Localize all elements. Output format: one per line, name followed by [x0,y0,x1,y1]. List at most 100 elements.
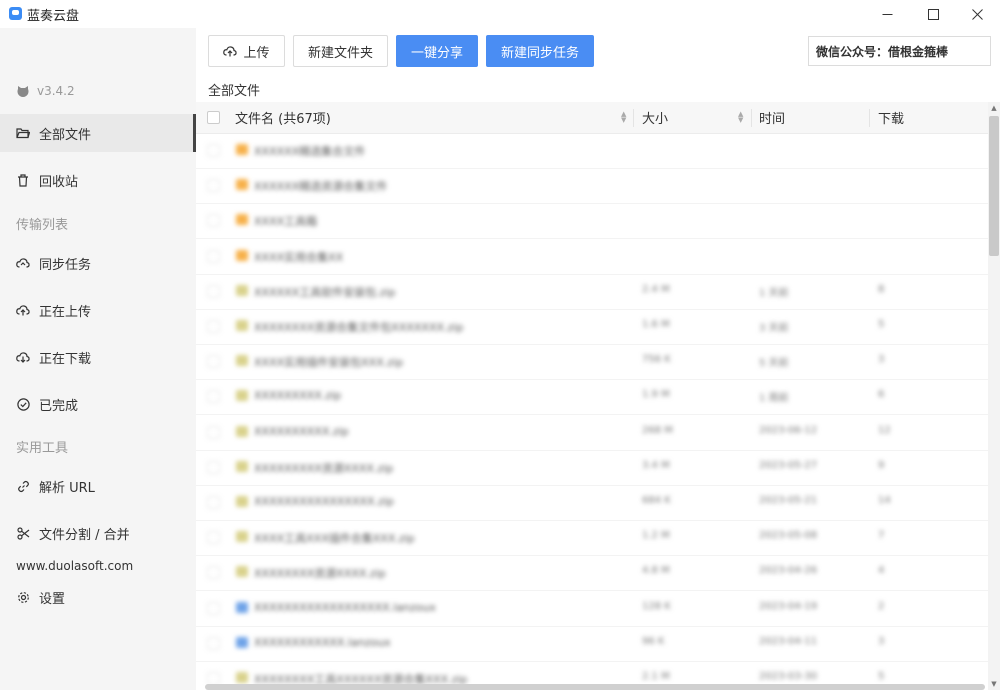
row-checkbox[interactable] [207,601,220,615]
row-checkbox[interactable] [207,179,220,193]
file-name[interactable]: XXXXXX工具软件安装包.zip [254,284,396,300]
table-row[interactable]: XXXXXX精选资源合集文件 [196,168,988,205]
transfer-section-label: 传输列表 [16,218,69,233]
file-time: 1 天前 [759,287,789,299]
file-downloads: 12 [878,424,891,436]
row-checkbox[interactable] [207,460,220,474]
row-checkbox[interactable] [207,214,220,228]
column-header-size[interactable]: 大小 [642,102,668,133]
close-button[interactable] [954,0,1000,28]
scroll-down-arrow-icon[interactable]: ▼ [988,678,1000,690]
sidebar-item-label: 文件分割 / 合并 [39,527,130,543]
row-checkbox[interactable] [207,390,220,404]
folder-icon [236,249,248,261]
row-checkbox[interactable] [207,425,220,439]
tools-section-label: 实用工具 [16,441,69,456]
table-row[interactable]: XXXXXXXXXXXXXXXX.zip 684 K 2023-05-21 14 [196,485,988,521]
new-sync-task-button[interactable]: 新建同步任务 [486,35,594,67]
search-input[interactable]: 微信公众号：借根金箍棒 [808,36,991,66]
row-checkbox[interactable] [207,566,220,580]
column-divider[interactable] [751,109,752,127]
file-name[interactable]: XXXX工具箱 [254,213,317,229]
file-name[interactable]: XXXXXX精选集合文件 [254,143,365,159]
row-checkbox[interactable] [207,320,220,333]
select-all-checkbox[interactable] [207,111,220,124]
file-size: 1.2 M [642,530,670,542]
column-header-download[interactable]: 下载 [878,102,904,133]
sidebar-item-label: 全部文件 [39,127,92,143]
row-checkbox[interactable] [207,284,220,298]
table-row[interactable]: XXXXXXXXX资源XXXX.zip 3.4 M 2023-05-27 9 [196,450,988,486]
table-header: 文件名 (共67项) ▲ ▼ 大小 ▲ ▼ 时间 下载 [196,102,988,134]
sidebar-item-recycle-bin[interactable]: 回收站 [0,161,196,199]
table-row[interactable]: XXXXXXXXXX.zip 268 M 2023-06-12 12 [196,415,988,451]
file-downloads: 5 [878,319,885,330]
scrollbar-thumb[interactable] [989,116,999,256]
file-downloads: 4 [878,565,885,577]
column-divider[interactable] [633,109,634,127]
file-name[interactable]: XXXXXXXX资源XXXX.zip [254,565,386,581]
breadcrumb[interactable]: 全部文件 [208,80,260,99]
table-row[interactable]: XXXX工具XXX插件合集XXX.zip 1.2 M 2023-05-08 7 [196,520,988,557]
file-name[interactable]: XXXXXXXXXXXXXXXXXX.lanzoux [254,601,436,614]
row-checkbox[interactable] [207,636,220,650]
file-name[interactable]: XXXX工具XXX插件合集XXX.zip [254,530,415,546]
folder-icon [236,179,248,191]
file-name[interactable]: XXXXXXXXXXXX.lanzoux [254,636,391,649]
file-size: 1.6 M [642,319,670,330]
row-checkbox[interactable] [207,496,220,509]
sort-size-icon[interactable]: ▲ ▼ [738,111,743,124]
sidebar-item-downloading[interactable]: 正在下载 [0,338,196,376]
table-row[interactable]: XXXXXXXXX.zip 1.9 M 1 周前 6 [196,379,988,416]
new-folder-button[interactable]: 新建文件夹 [293,35,388,67]
column-divider[interactable] [869,109,870,127]
file-name[interactable]: XXXX实用插件安装包XXX.zip [254,354,403,370]
file-name[interactable]: XXXXXXXXXX.zip [254,425,349,438]
file-name[interactable]: XXXX实用合集XX [254,249,343,265]
row-checkbox[interactable] [207,531,220,545]
file-name[interactable]: XXXXXX精选资源合集文件 [254,178,387,194]
file-time: 1 周前 [759,393,789,405]
table-row[interactable]: XXXX实用合集XX [196,239,988,275]
row-checkbox[interactable] [207,144,220,157]
row-checkbox[interactable] [207,249,220,263]
file-name[interactable]: XXXXXXXX资源合集文件包XXXXXXX.zip [254,319,463,335]
minimize-button[interactable] [864,0,910,28]
upload-button[interactable]: 上传 [208,35,285,67]
file-name[interactable]: XXXXXXXXXXXXXXXX.zip [254,495,394,508]
sidebar-item-parse-url[interactable]: 解析 URL [0,467,196,505]
table-row[interactable]: XXXX工具箱 [196,203,988,240]
table-row[interactable]: XXXXXXXX资源XXXX.zip 4.8 M 2023-04-26 4 [196,555,988,592]
sidebar-item-uploading[interactable]: 正在上传 [0,291,196,329]
horizontal-scrollbar[interactable] [205,684,985,690]
table-row[interactable]: XXXXXX精选集合文件 [196,133,988,169]
file-size: 268 M [642,424,673,436]
file-name[interactable]: XXXXXXXXX.zip [254,389,341,402]
sidebar-item-all-files[interactable]: 全部文件 [0,114,196,152]
github-cat-icon [17,85,29,97]
scroll-up-arrow-icon[interactable]: ▲ [988,102,1000,114]
column-header-time[interactable]: 时间 [759,102,785,133]
title-bar: 蓝奏云盘 [0,0,1000,28]
table-row[interactable]: XXXX实用插件安装包XXX.zip 756 K 5 天前 3 [196,344,988,381]
share-button[interactable]: 一键分享 [396,35,478,67]
sort-name-icon[interactable]: ▲ ▼ [621,111,626,124]
check-circle-icon [16,397,30,411]
sidebar-item-sync-tasks[interactable]: 同步任务 [0,244,196,282]
sidebar-item-completed[interactable]: 已完成 [0,385,196,423]
table-row[interactable]: XXXXXXXX资源合集文件包XXXXXXX.zip 1.6 M 3 天前 5 [196,309,988,345]
file-time: 2023-04-19 [759,600,818,612]
column-header-name[interactable]: 文件名 (共67项) [235,102,331,133]
file-name[interactable]: XXXXXXXXX资源XXXX.zip [254,460,393,476]
row-checkbox[interactable] [207,355,220,369]
sidebar-item-settings[interactable]: 设置 [0,578,196,616]
file-downloads: 9 [878,459,885,471]
table-row[interactable]: XXXXXX工具软件安装包.zip 2.4 M 1 天前 8 [196,274,988,310]
table-row[interactable]: XXXXXXXXXXXX.lanzoux 96 K 2023-04-11 3 [196,626,988,662]
table-row[interactable]: XXXXXXXXXXXXXXXXXX.lanzoux 128 K 2023-04-1… [196,591,988,627]
maximize-button[interactable] [910,0,956,28]
file-size: 128 K [642,600,671,612]
website-link[interactable]: www.duolasoft.com [16,559,133,573]
file-icon [236,636,248,648]
sidebar-item-split-merge[interactable]: 文件分割 / 合并 [0,514,196,552]
